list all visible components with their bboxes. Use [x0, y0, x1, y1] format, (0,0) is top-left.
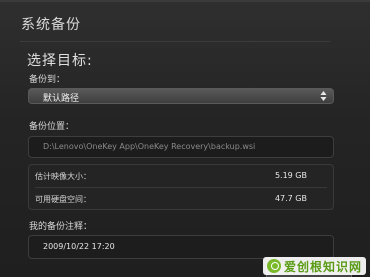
- size-info-panel: 估计映像大小： 5.19 GB 可用硬盘空间： 47.7 GB: [28, 164, 334, 210]
- backup-location-field[interactable]: D:\Lenovo\OneKey App\OneKey Recovery\bac…: [28, 136, 334, 158]
- watermark-text: 爱创根知识网: [283, 259, 362, 274]
- title-divider: [20, 41, 330, 42]
- backup-window: 系统备份 选择目标: 备份到： 默认路径 备份位置： D:\Lenovo\One…: [0, 0, 370, 277]
- available-disk-space-value: 47.7 GB: [274, 194, 307, 203]
- backup-note-field[interactable]: 2009/10/22 17:20: [28, 235, 334, 259]
- updown-arrows-icon: [320, 91, 327, 101]
- available-disk-space-label: 可用硬盘空间：: [35, 195, 91, 204]
- window-title: 系统备份: [21, 17, 81, 33]
- backup-to-label: 备份到：: [29, 75, 66, 85]
- backup-destination-select[interactable]: 默认路径: [28, 88, 334, 104]
- watermark-logo-icon: [266, 259, 281, 273]
- estimated-image-size-label: 估计映像大小：: [35, 172, 91, 181]
- backup-note-label: 我的备份注释：: [29, 222, 93, 232]
- backup-note-value: 2009/10/22 17:20: [43, 242, 115, 251]
- backup-location-path: D:\Lenovo\OneKey App\OneKey Recovery\bac…: [43, 142, 256, 151]
- site-watermark: 爱创根知识网: [262, 257, 366, 275]
- backup-location-label: 备份位置：: [29, 122, 75, 132]
- estimated-image-size-value: 5.19 GB: [274, 171, 307, 180]
- select-target-heading: 选择目标:: [27, 53, 93, 69]
- backup-destination-value: 默认路径: [43, 94, 80, 104]
- stats-divider: [35, 187, 327, 188]
- top-border: [0, 0, 370, 2]
